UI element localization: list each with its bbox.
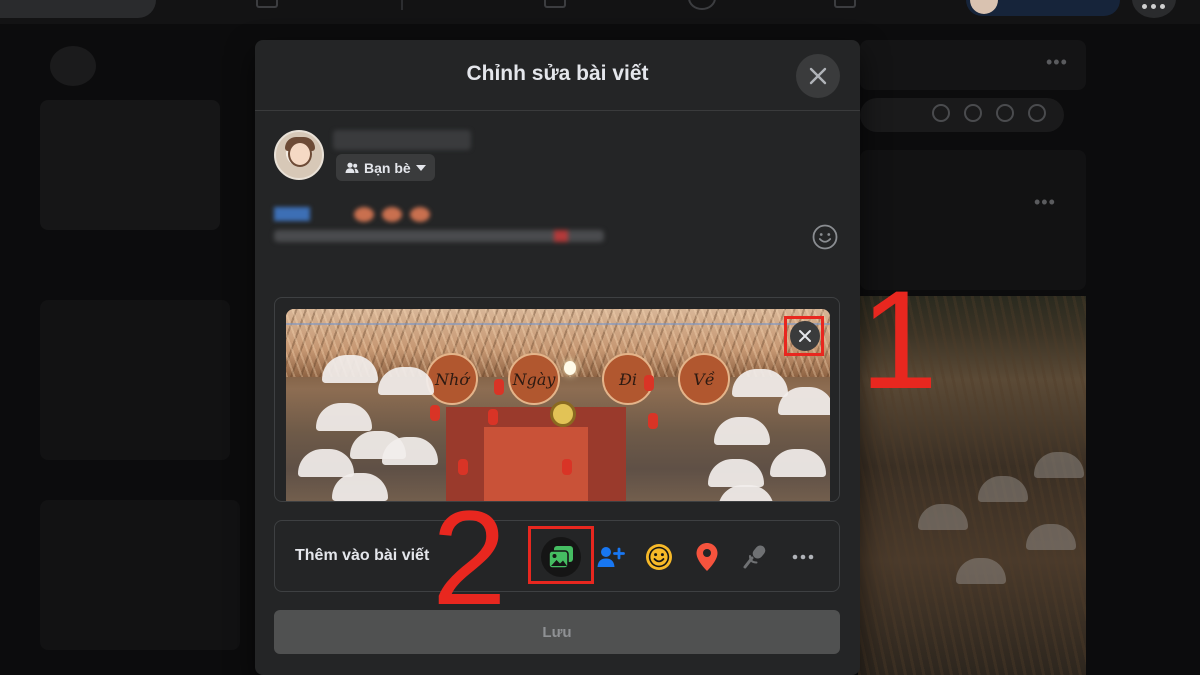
search-bar bbox=[0, 0, 156, 18]
chevron-down-icon bbox=[415, 164, 426, 171]
left-sidebar bbox=[40, 40, 240, 675]
live-audio-button[interactable] bbox=[735, 537, 775, 577]
annotation-highlight-box bbox=[528, 526, 594, 584]
more-icon: ••• bbox=[1046, 52, 1068, 72]
emoji-icon bbox=[932, 104, 950, 122]
home-icon bbox=[256, 0, 278, 8]
feeling-activity-button[interactable] bbox=[639, 537, 679, 577]
marketplace-icon bbox=[544, 0, 566, 8]
composer-icons bbox=[932, 104, 1046, 122]
audience-label: Bạn bè bbox=[364, 159, 411, 176]
emoji-picker-button[interactable] bbox=[812, 224, 838, 250]
annotation-highlight-box bbox=[784, 316, 824, 356]
avatar[interactable] bbox=[274, 130, 324, 180]
photo-sign: Về bbox=[678, 353, 730, 405]
edit-post-dialog: Chỉnh sửa bài viết Bạn bè Nhớ Ngày Đi Về… bbox=[255, 40, 860, 675]
profile-shortcut bbox=[966, 0, 1120, 16]
tag-people-icon bbox=[597, 547, 625, 567]
feeling-icon bbox=[646, 544, 672, 570]
check-in-button[interactable] bbox=[687, 537, 727, 577]
attached-photo: Nhớ Ngày Đi Về bbox=[286, 309, 830, 501]
photo-sign: Nhớ bbox=[426, 353, 478, 405]
close-button[interactable] bbox=[796, 54, 840, 98]
close-icon bbox=[809, 67, 827, 85]
camera-icon bbox=[964, 104, 982, 122]
location-icon bbox=[696, 543, 718, 571]
emoji-icon bbox=[812, 224, 838, 250]
groups-icon bbox=[688, 0, 716, 10]
top-navigation-bar bbox=[0, 0, 1200, 24]
photo-sign: Ngày bbox=[508, 353, 560, 405]
avatar bbox=[970, 0, 998, 14]
save-button[interactable]: Lưu bbox=[274, 610, 840, 654]
nav-divider bbox=[401, 0, 403, 10]
step-number-label: 2 bbox=[432, 484, 507, 633]
mic-icon bbox=[743, 545, 766, 569]
dialog-title: Chỉnh sửa bài viết bbox=[466, 62, 649, 85]
friends-icon bbox=[345, 162, 359, 173]
post-text-redacted-line bbox=[274, 230, 604, 242]
dialog-header: Chỉnh sửa bài viết bbox=[255, 40, 860, 111]
more-icon: ••• bbox=[1034, 192, 1056, 212]
post-text-redacted bbox=[274, 205, 434, 223]
more-icon bbox=[792, 554, 814, 560]
attached-media-container: Nhớ Ngày Đi Về bbox=[274, 297, 840, 502]
audience-selector[interactable]: Bạn bè bbox=[336, 154, 435, 181]
tag-people-button[interactable] bbox=[591, 537, 631, 577]
menu-button bbox=[1132, 0, 1176, 18]
add-to-post-label: Thêm vào bài viết bbox=[295, 547, 430, 564]
gaming-icon bbox=[834, 0, 856, 8]
author-name-redacted bbox=[333, 130, 471, 150]
gif-icon bbox=[996, 104, 1014, 122]
step-number-label: 1 bbox=[860, 261, 938, 418]
sticker-icon bbox=[1028, 104, 1046, 122]
more-options-button[interactable] bbox=[783, 537, 823, 577]
